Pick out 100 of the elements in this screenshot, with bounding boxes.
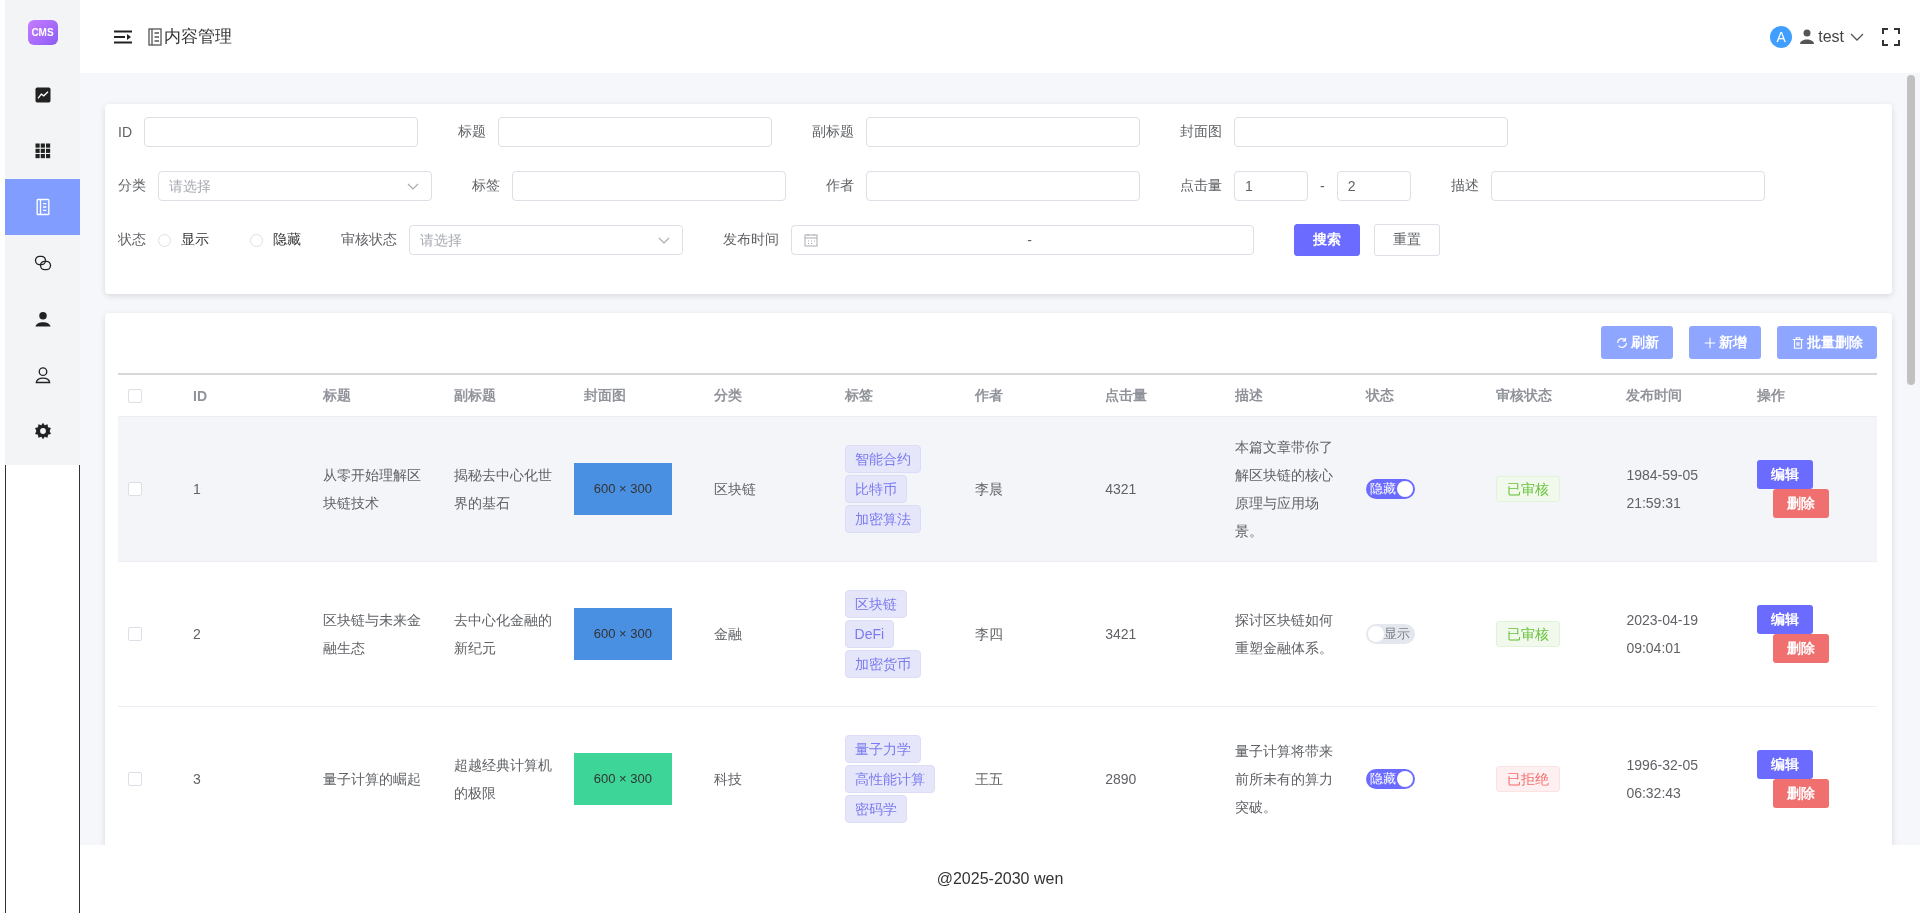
text-field[interactable] xyxy=(866,117,1140,147)
tag: 智能合约 xyxy=(844,445,921,473)
toggle-switch[interactable]: 隐藏 xyxy=(1365,769,1415,789)
text-field[interactable] xyxy=(1234,117,1508,147)
field-label: ID xyxy=(118,124,132,140)
tag: 区块链 xyxy=(844,590,907,618)
text-field[interactable] xyxy=(866,171,1140,201)
table-cell-text: 3 xyxy=(192,770,202,789)
table-cell-text: 2023-04-19 09:04:01 xyxy=(1625,611,1699,658)
tag: 密码学 xyxy=(844,795,907,823)
table-cell-text: 量子计算的崛起 xyxy=(322,770,423,789)
status-tag: 已审核 xyxy=(1496,621,1561,647)
table-cell-text: 1984-59-05 21:59:31 xyxy=(1625,466,1699,513)
table-cell-text: 4321 xyxy=(1104,480,1138,499)
field-label: 标签 xyxy=(472,177,500,195)
user-icon xyxy=(32,309,53,329)
table-cell-text: 3421 xyxy=(1104,625,1138,644)
toggle-switch[interactable]: 隐藏 xyxy=(1365,479,1415,499)
text-field[interactable] xyxy=(144,117,418,147)
chevron-down-icon[interactable] xyxy=(1850,31,1864,42)
text-field[interactable] xyxy=(1490,171,1765,201)
tag: DeFi xyxy=(844,620,895,648)
table-cell-text: 去中心化金融的新纪元 xyxy=(452,611,553,658)
checkbox[interactable] xyxy=(128,388,142,403)
range-separator: - xyxy=(1320,178,1325,194)
tag: 量子力学 xyxy=(844,735,921,763)
table-cell-text: 区块链与未来金融生态 xyxy=(322,611,423,658)
delete-button[interactable]: 删除 xyxy=(1772,489,1829,518)
toolbar-button[interactable]: 新增 xyxy=(1689,326,1761,359)
table-cell-text: 2890 xyxy=(1104,770,1138,789)
checkbox[interactable] xyxy=(128,772,142,786)
field-label: 作者 xyxy=(826,177,854,195)
field-label: 发布时间 xyxy=(723,231,779,249)
field-label: 描述 xyxy=(1450,177,1479,195)
table-cell-text: 李四 xyxy=(973,625,1004,644)
tag: 加密货币 xyxy=(844,650,921,678)
edit-button[interactable]: 编辑 xyxy=(1756,460,1813,489)
date-range-field[interactable]: - xyxy=(791,225,1254,255)
radio-label: 隐藏 xyxy=(273,231,301,249)
table-cell-text: 区块链 xyxy=(713,480,758,499)
toolbar-button[interactable]: 刷新 xyxy=(1601,326,1673,359)
cover-image: 600 × 300 xyxy=(573,463,672,515)
cover-image: 600 × 300 xyxy=(573,753,672,805)
status-tag: 已拒绝 xyxy=(1496,766,1561,792)
field-label: 状态 xyxy=(118,231,146,249)
tag: 比特币 xyxy=(844,475,907,503)
cover-image: 600 × 300 xyxy=(573,608,672,660)
checkbox[interactable] xyxy=(128,482,142,496)
tag: 加密算法 xyxy=(844,505,921,533)
menu-icon[interactable] xyxy=(114,29,132,44)
table-cell-text: 1 xyxy=(192,480,202,499)
trash-icon xyxy=(1791,335,1805,350)
table-cell-text: 王五 xyxy=(973,770,1004,789)
link-icon xyxy=(32,253,53,273)
footer-text: @2025-2030 wen xyxy=(936,870,1064,888)
table-cell-text: 探讨区块链如何重塑金融体系。 xyxy=(1234,611,1335,658)
field-label: 副标题 xyxy=(812,123,854,141)
user-name[interactable]: test xyxy=(1818,27,1844,46)
text-field[interactable]: 2 xyxy=(1336,171,1411,201)
table-cell-text: 李晨 xyxy=(973,480,1004,499)
scrollbar-thumb[interactable] xyxy=(1907,75,1915,385)
fullscreen-icon[interactable] xyxy=(1882,27,1900,46)
select-field[interactable]: 请选择 xyxy=(158,171,432,201)
delete-button[interactable]: 删除 xyxy=(1772,634,1829,663)
calendar-icon xyxy=(804,233,818,247)
toggle-switch[interactable]: 显示 xyxy=(1365,624,1415,644)
plus-icon xyxy=(1703,335,1717,350)
avatar[interactable]: A xyxy=(1770,25,1793,48)
table-cell-text: 科技 xyxy=(713,770,744,789)
status-tag: 已审核 xyxy=(1496,476,1561,502)
page-title: 内容管理 xyxy=(164,26,232,48)
field-label: 分类 xyxy=(118,177,146,195)
delete-button[interactable]: 删除 xyxy=(1772,779,1829,808)
text-field[interactable] xyxy=(498,117,772,147)
table-cell-text: 2 xyxy=(192,625,202,644)
table-cell-text: 1996-32-05 06:32:43 xyxy=(1625,756,1699,803)
field-label: 点击量 xyxy=(1180,177,1222,195)
edit-button[interactable]: 编辑 xyxy=(1756,750,1813,779)
search-button[interactable]: 搜索 xyxy=(1294,224,1360,256)
table-cell-text: 本篇文章带你了解区块链的核心原理与应用场景。 xyxy=(1234,438,1335,541)
tag: 高性能计算 xyxy=(844,765,935,793)
table-row[interactable]: 1 从零开始理解区块链技术 揭秘去中心化世界的基石 600 × 300 区块链 智能合约 比特币 加密算法 李晨 4321 本篇文章带你了解区块链的核心原理与应用场景。 隐藏 已审核 1984-59-05 21:59:31 编辑 删除 xyxy=(118,417,1877,562)
field-label: 审核状态 xyxy=(341,231,397,249)
checkbox[interactable] xyxy=(128,627,142,641)
refresh-icon xyxy=(1615,335,1629,350)
toolbar-button[interactable]: 批量删除 xyxy=(1777,326,1877,359)
text-field[interactable]: 1 xyxy=(1234,171,1308,201)
settings-icon xyxy=(32,421,53,441)
select-field[interactable]: 请选择 xyxy=(409,225,683,255)
table-cell-text: 量子计算将带来前所未有的算力突破。 xyxy=(1234,742,1335,817)
table-cell-text: 从零开始理解区块链技术 xyxy=(322,466,423,513)
user-icon xyxy=(1800,29,1815,44)
field-label: 标题 xyxy=(458,123,486,141)
reset-button[interactable]: 重置 xyxy=(1374,224,1440,256)
text-field[interactable] xyxy=(512,171,786,201)
table-cell-text: 超越经典计算机的极限 xyxy=(452,756,553,803)
radio-label: 显示 xyxy=(181,231,209,249)
edit-button[interactable]: 编辑 xyxy=(1756,605,1813,634)
logo: CMS xyxy=(27,20,58,45)
document-icon xyxy=(148,27,162,46)
